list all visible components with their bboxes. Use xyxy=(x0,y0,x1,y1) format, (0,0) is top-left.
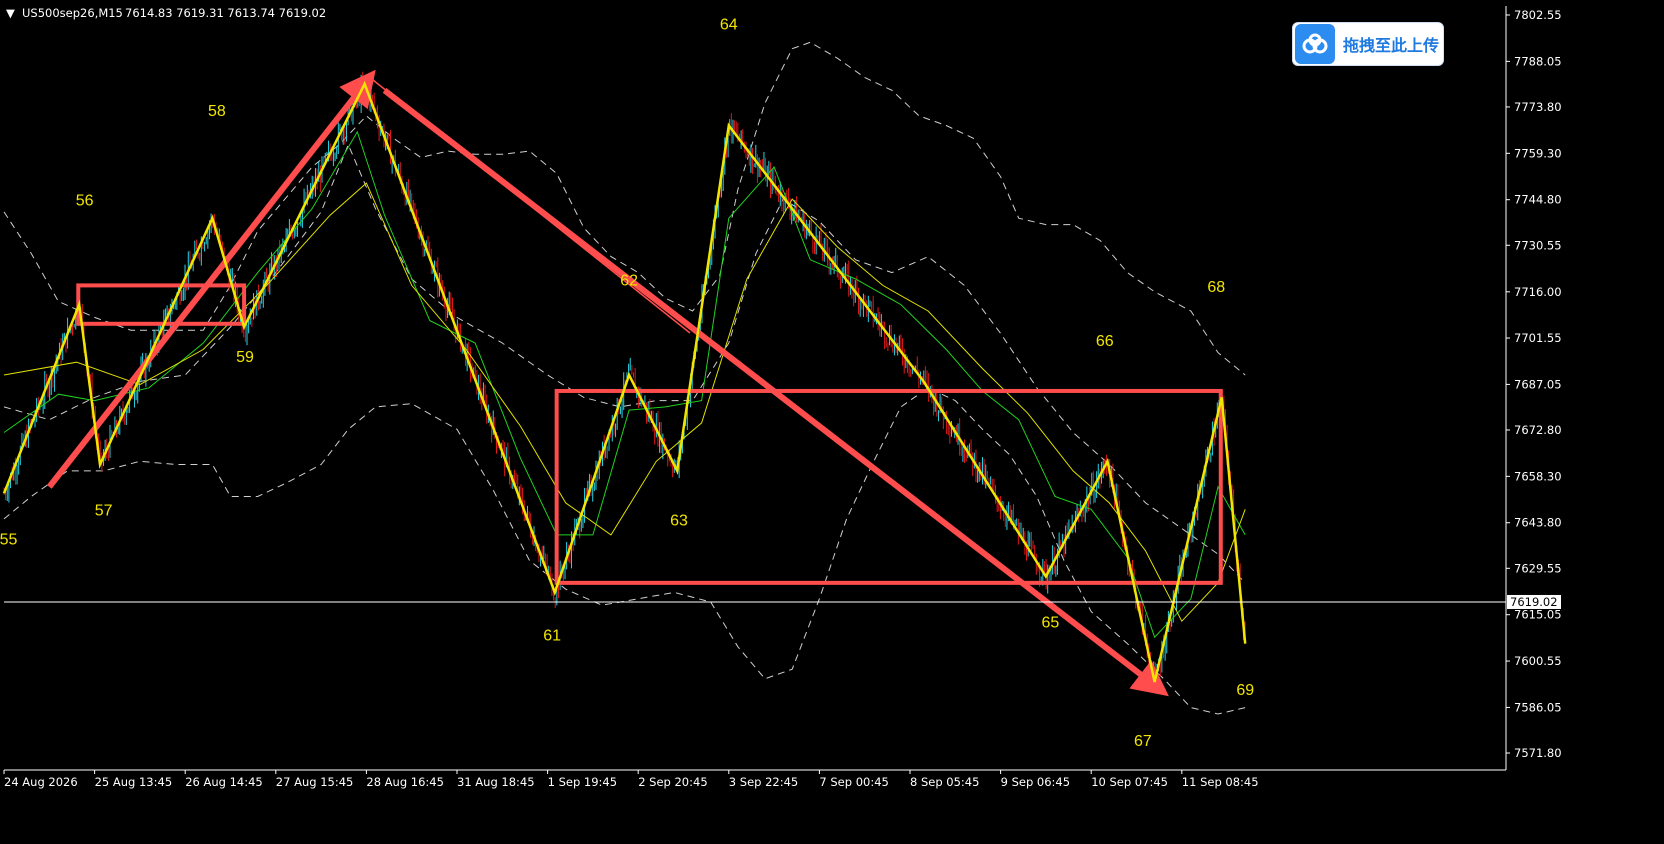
upload-button-label: 拖拽至此上传 xyxy=(1343,36,1440,55)
wave-label: 66 xyxy=(1096,333,1114,350)
header-arrow[interactable]: ▼ xyxy=(6,6,15,20)
zigzag-layer xyxy=(2,80,1247,683)
wave-label: 65 xyxy=(1042,615,1060,632)
y-tick-label: 7744.80 xyxy=(1514,193,1562,207)
y-tick-label: 7687.05 xyxy=(1514,377,1562,391)
x-tick-label: 28 Aug 16:45 xyxy=(366,775,444,789)
annotation-rectangle[interactable] xyxy=(76,283,247,326)
current-price-label: 7619.02 xyxy=(1510,595,1558,609)
wave-label: 55 xyxy=(0,531,18,548)
y-tick-label: 7586.05 xyxy=(1514,700,1562,714)
x-tick-label: 26 Aug 14:45 xyxy=(185,775,263,789)
bollinger-middle-band xyxy=(3,143,1246,584)
chart-symbol: US500sep26,M15 xyxy=(22,6,123,20)
y-tick-label: 7658.30 xyxy=(1514,469,1562,483)
y-tick-label: 7571.80 xyxy=(1514,746,1562,760)
wave-label: 67 xyxy=(1134,733,1152,750)
y-tick-label: 7802.55 xyxy=(1514,8,1562,22)
y-tick-label: 7773.80 xyxy=(1514,100,1562,114)
y-tick-label: 7759.30 xyxy=(1514,146,1562,160)
wave-label: 59 xyxy=(236,349,254,366)
x-tick-label: 11 Sep 08:45 xyxy=(1182,775,1259,789)
y-tick-label: 7730.55 xyxy=(1514,238,1562,252)
zigzag-line xyxy=(2,80,1247,683)
y-tick-label: 7788.05 xyxy=(1514,54,1562,68)
wave-label: 63 xyxy=(670,512,688,529)
y-tick-label: 7701.55 xyxy=(1514,331,1562,345)
chart-window[interactable]: 55 56 57 58 59 61 62 63 64 65 66 67 68 69 7802.55 7788… xyxy=(0,0,1664,844)
x-tick-label: 9 Sep 06:45 xyxy=(1001,775,1070,789)
x-tick-label: 8 Sep 05:45 xyxy=(910,775,979,789)
x-tick-label: 10 Sep 07:45 xyxy=(1091,775,1168,789)
wave-label: 69 xyxy=(1236,682,1254,699)
y-tick-label: 7600.55 xyxy=(1514,654,1562,668)
candles-layer xyxy=(3,71,1246,683)
x-tick-label: 3 Sep 22:45 xyxy=(729,775,798,789)
y-tick-label: 7629.55 xyxy=(1514,561,1562,575)
wave-label: 58 xyxy=(208,103,226,120)
wave-label: 61 xyxy=(543,627,561,644)
wave-label: 62 xyxy=(620,272,638,289)
y-tick-label: 7672.80 xyxy=(1514,423,1562,437)
y-tick-label: 7716.00 xyxy=(1514,285,1562,299)
y-tick-label: 7615.05 xyxy=(1514,608,1562,622)
x-tick-label: 27 Aug 15:45 xyxy=(276,775,354,789)
x-tick-label: 24 Aug 2026 xyxy=(4,775,78,789)
chart-ohlc: 7614.83 7619.31 7613.74 7619.02 xyxy=(125,6,326,20)
y-tick-label: 7643.80 xyxy=(1514,516,1562,530)
x-tick-label: 7 Sep 00:45 xyxy=(819,775,888,789)
wave-label: 68 xyxy=(1207,279,1225,296)
wave-label: 56 xyxy=(76,192,94,209)
cloud-upload-icon xyxy=(1295,24,1335,64)
x-tick-label: 25 Aug 13:45 xyxy=(95,775,173,789)
x-tick-label: 2 Sep 20:45 xyxy=(638,775,707,789)
wave-label: 57 xyxy=(95,503,113,520)
upload-button[interactable]: 拖拽至此上传 xyxy=(1292,22,1444,66)
price-chart[interactable]: 55 56 57 58 59 61 62 63 64 65 66 67 68 69 7802.55 7788… xyxy=(0,0,1664,844)
x-tick-label: 1 Sep 19:45 xyxy=(548,775,617,789)
x-tick-label: 31 Aug 18:45 xyxy=(457,775,535,789)
wave-label: 64 xyxy=(720,17,738,34)
